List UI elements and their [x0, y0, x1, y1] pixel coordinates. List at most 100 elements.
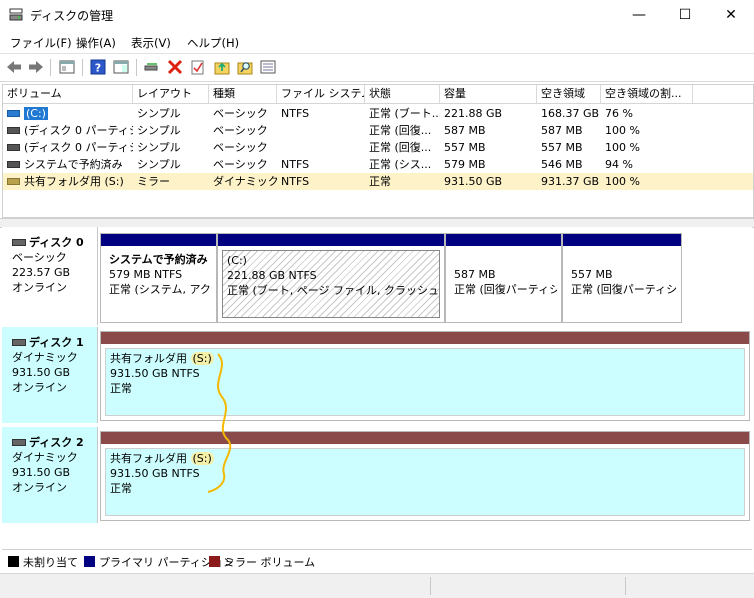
disk-2-label[interactable]: ディスク 2 ダイナミック 931.50 GB オンライン: [2, 427, 98, 523]
menu-file[interactable]: ファイル(F): [10, 35, 72, 51]
volume-free: 931.37 GB: [541, 175, 600, 188]
list-icon[interactable]: [259, 58, 277, 76]
volume-fs: NTFS: [281, 158, 310, 171]
disk-kind: ダイナミック: [12, 351, 78, 364]
legend: 未割り当て プライマリ パーティション ミラー ボリューム: [2, 549, 752, 572]
volume-name: (C:): [24, 107, 48, 120]
volume-free-pct: 94 %: [605, 158, 633, 171]
volume-row-selected[interactable]: 共有フォルダ用 (S:) ミラー ダイナミック NTFS 正常 931.50 G…: [3, 173, 753, 190]
partition-size: 221.88 GB NTFS: [227, 269, 317, 282]
close-button[interactable]: ✕: [708, 0, 754, 30]
partition-c-drive[interactable]: (C:) 221.88 GB NTFS 正常 (ブート, ページ ファイル, ク…: [217, 233, 445, 323]
import-icon[interactable]: [213, 58, 231, 76]
volume-list: ボリューム レイアウト 種類 ファイル システム 状態 容量 空き領域 空き領域…: [2, 84, 754, 218]
properties-icon[interactable]: [189, 58, 207, 76]
title-bar: ディスクの管理 — ☐ ✕: [0, 0, 754, 30]
disk-0-label[interactable]: ディスク 0 ベーシック 223.57 GB オンライン: [2, 227, 98, 325]
volume-name: (ディスク 0 パーティシ...: [24, 124, 133, 137]
delete-icon[interactable]: [166, 58, 184, 76]
volume-fs: [277, 122, 365, 139]
help-icon[interactable]: ?: [89, 58, 107, 76]
volume-name: システムで予約済み: [24, 158, 123, 171]
disk-pane: ディスク 0 ベーシック 223.57 GB オンライン システムで予約済み 5…: [2, 227, 752, 547]
partition-system-reserved[interactable]: システムで予約済み 579 MB NTFS 正常 (システム, アクテ: [100, 233, 217, 323]
primary-partition-bar: [446, 234, 561, 246]
volume-row[interactable]: (ディスク 0 パーティシ... シンプル ベーシック 正常 (回復... 55…: [3, 139, 753, 156]
disk-1-label[interactable]: ディスク 1 ダイナミック 931.50 GB オンライン: [2, 327, 98, 423]
partition-recovery-1[interactable]: 587 MB 正常 (回復パーティシ: [445, 233, 562, 323]
back-arrow-icon[interactable]: [5, 58, 23, 76]
volume-status: 正常 (シス...: [369, 158, 432, 171]
console-tree-icon[interactable]: [58, 58, 76, 76]
disk-state: オンライン: [12, 281, 67, 294]
disk-icon: [12, 438, 26, 446]
disk-name: ディスク 1: [29, 336, 84, 349]
disk-state: オンライン: [12, 381, 67, 394]
volume-layout: シンプル: [137, 124, 181, 137]
toolbar-separator: [82, 59, 83, 76]
volume-status: 正常: [369, 175, 391, 188]
disk-name: ディスク 2: [29, 436, 84, 449]
volume-status: 正常 (回復...: [369, 124, 432, 137]
toolbar-separator: [50, 59, 51, 76]
forward-arrow-icon[interactable]: [27, 58, 45, 76]
minimize-button[interactable]: —: [616, 0, 662, 30]
partition-size: 557 MB: [571, 268, 613, 281]
menu-action[interactable]: 操作(A): [76, 35, 116, 51]
primary-partition-bar: [101, 234, 216, 246]
legend-unallocated: 未割り当て: [23, 556, 78, 569]
volume-capacity: 931.50 GB: [444, 175, 503, 188]
connect-icon[interactable]: [143, 58, 161, 76]
partition-mirror-disk-1[interactable]: 共有フォルダ用 (S:) 931.50 GB NTFS 正常: [100, 331, 750, 421]
volume-type: ダイナミック: [213, 175, 277, 188]
volume-type: ベーシック: [213, 141, 268, 154]
primary-partition-bar: [218, 234, 444, 246]
volume-row[interactable]: (ディスク 0 パーティシ... シンプル ベーシック 正常 (回復... 58…: [3, 122, 753, 139]
partition-recovery-2[interactable]: 557 MB 正常 (回復パーティシ: [562, 233, 682, 323]
partition-size: 587 MB: [454, 268, 496, 281]
legend-unallocated-swatch: [8, 556, 19, 567]
disk-icon: [12, 338, 26, 346]
volume-status: 正常 (回復...: [369, 141, 432, 154]
status-separator: [430, 577, 431, 595]
volume-capacity: 587 MB: [444, 124, 486, 137]
partition-mirror-disk-2[interactable]: 共有フォルダ用 (S:) 931.50 GB NTFS 正常: [100, 431, 750, 521]
mirror-volume-bar: [101, 332, 749, 344]
disk-management-icon: [9, 8, 23, 21]
column-file-system[interactable]: ファイル システム: [277, 85, 365, 103]
disk-size: 931.50 GB: [12, 366, 71, 379]
column-free-percent[interactable]: 空き領域の割...: [601, 85, 693, 103]
volume-fs: NTFS: [281, 175, 310, 188]
volume-icon: [7, 126, 20, 134]
column-layout[interactable]: レイアウト: [133, 85, 209, 103]
maximize-button[interactable]: ☐: [662, 0, 708, 30]
status-separator: [625, 577, 626, 595]
volume-capacity: 557 MB: [444, 141, 486, 154]
partition-title: システムで予約済み: [109, 253, 208, 266]
volume-icon: [7, 109, 20, 117]
column-capacity[interactable]: 容量: [440, 85, 537, 103]
partition-title: 共有フォルダ用: [110, 352, 187, 365]
volume-row[interactable]: システムで予約済み シンプル ベーシック NTFS 正常 (シス... 579 …: [3, 156, 753, 173]
volume-row[interactable]: (C:) シンプル ベーシック NTFS 正常 (ブート... 221.88 G…: [3, 105, 753, 122]
column-volume[interactable]: ボリューム: [3, 85, 133, 103]
column-type[interactable]: 種類: [209, 85, 277, 103]
mirror-annotation-squiggle: [207, 353, 232, 493]
menu-view[interactable]: 表示(V): [131, 35, 171, 51]
disk-kind: ダイナミック: [12, 451, 78, 464]
volume-free: 546 MB: [541, 158, 583, 171]
legend-primary-swatch: [84, 556, 95, 567]
menu-help[interactable]: ヘルプ(H): [187, 35, 239, 51]
show-pane-icon[interactable]: [112, 58, 130, 76]
disk-icon: [12, 238, 26, 246]
legend-mirror-swatch: [209, 556, 220, 567]
volume-free: 587 MB: [541, 124, 583, 137]
volume-layout: シンプル: [137, 158, 181, 171]
volume-layout: シンプル: [137, 107, 181, 120]
search-icon[interactable]: [236, 58, 254, 76]
column-status[interactable]: 状態: [365, 85, 440, 103]
column-free-space[interactable]: 空き領域: [537, 85, 601, 103]
volume-capacity: 579 MB: [444, 158, 486, 171]
toolbar-separator: [136, 59, 137, 76]
disk-state: オンライン: [12, 481, 67, 494]
